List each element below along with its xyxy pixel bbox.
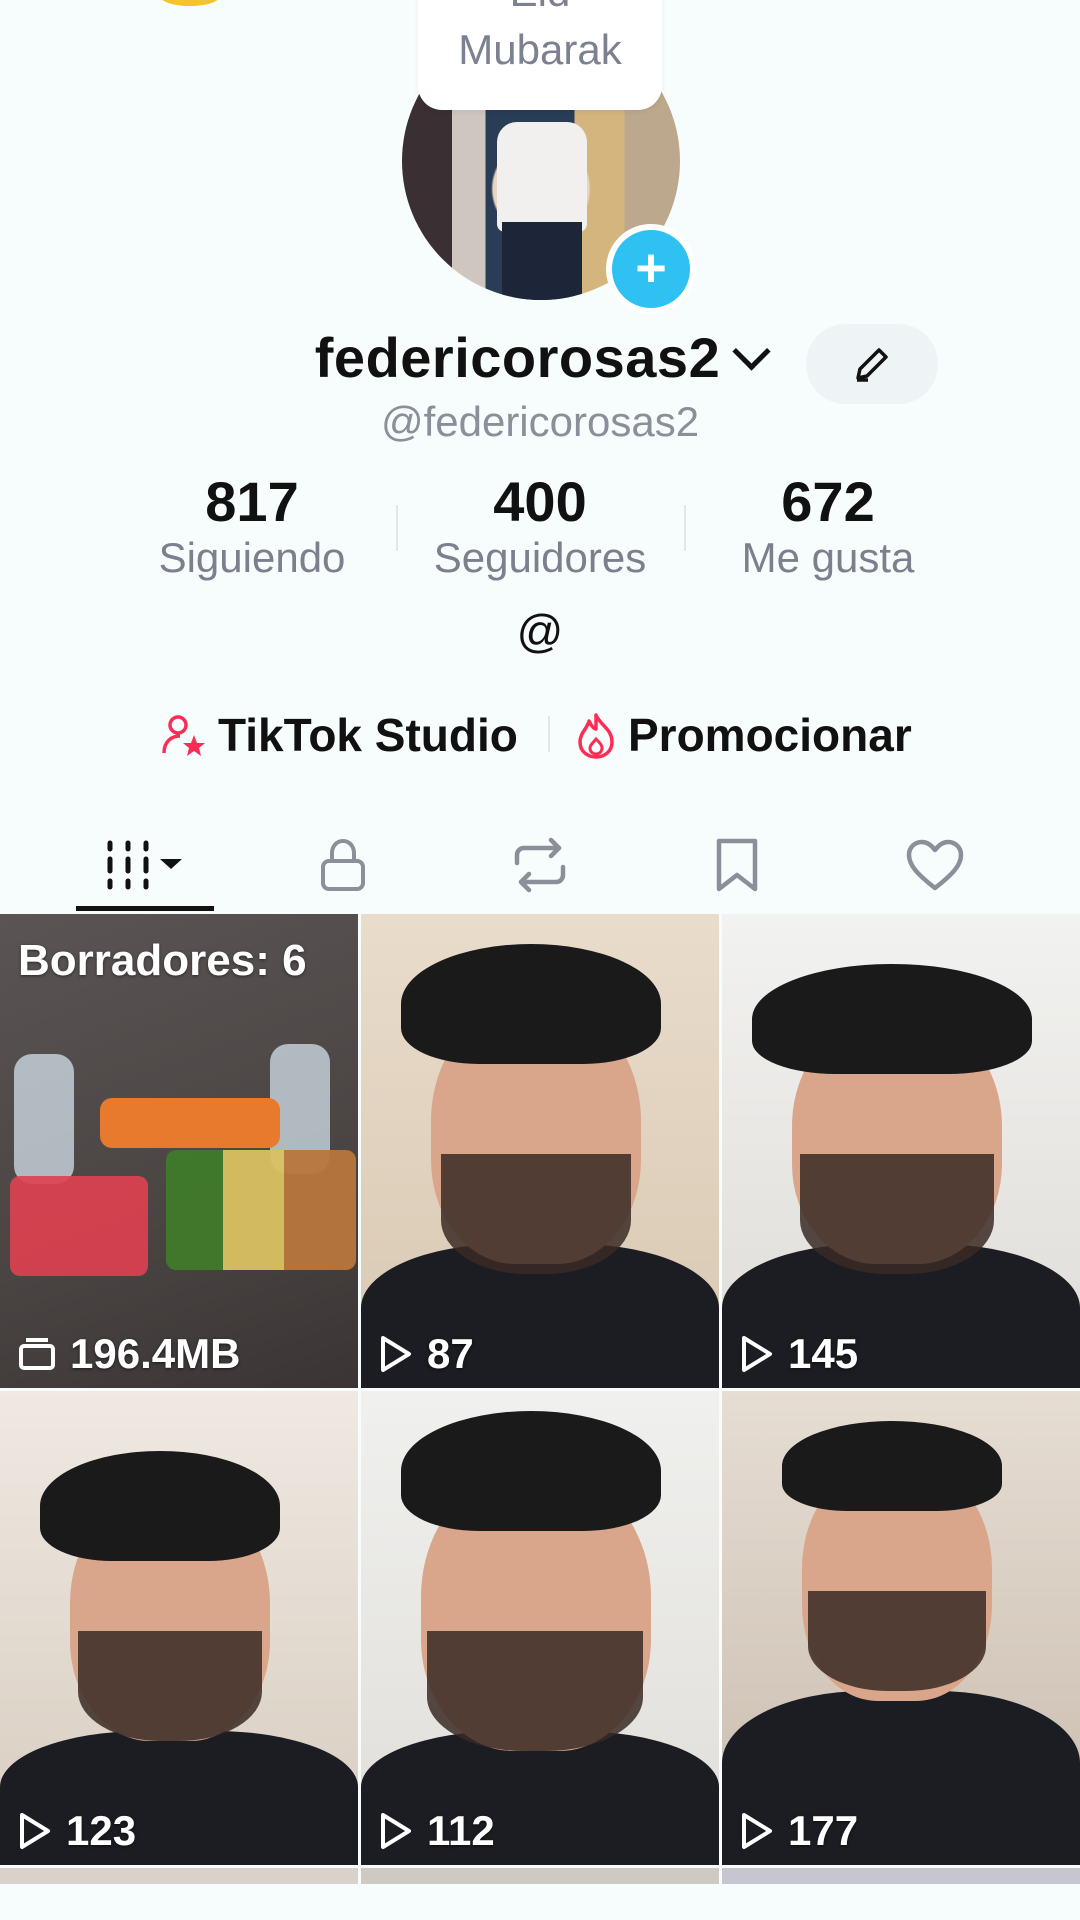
- tab-private[interactable]: [244, 820, 442, 910]
- profile-handle: @federicorosas2: [380, 398, 700, 445]
- profile-bio: @: [516, 605, 564, 657]
- tab-liked[interactable]: [836, 820, 1034, 910]
- followers-label: Seguidores: [433, 534, 647, 581]
- likes-count: 672: [781, 470, 875, 533]
- chevron-down-icon: [732, 332, 771, 371]
- views-label: 123: [66, 1807, 137, 1854]
- view-count: 177: [740, 1807, 858, 1855]
- following-count: 817: [205, 470, 299, 533]
- followers-count: 400: [493, 470, 587, 533]
- likes-label: Me gusta: [741, 534, 915, 581]
- folder-icon: [19, 1338, 55, 1370]
- views-label: 112: [427, 1807, 495, 1854]
- stat-divider: [684, 505, 686, 551]
- add-story-button[interactable]: +: [606, 224, 696, 314]
- views-label: 177: [788, 1807, 859, 1854]
- draft-size-label: 196.4MB: [70, 1330, 241, 1377]
- status-emoji: [160, 0, 220, 6]
- studio-label: TikTok Studio: [218, 708, 518, 761]
- view-count: 145: [740, 1330, 858, 1378]
- play-icon: [381, 1813, 411, 1849]
- play-icon: [20, 1813, 50, 1849]
- video-tile[interactable]: 87: [361, 914, 719, 1388]
- bottom-nav-bar: [0, 1884, 1080, 1920]
- views-label: 145: [788, 1330, 859, 1377]
- note-line-2: Mubarak: [458, 26, 622, 73]
- stat-divider: [396, 505, 398, 551]
- flame-icon: [578, 713, 614, 759]
- video-tile[interactable]: 123: [0, 1391, 358, 1865]
- pencil-icon: [856, 348, 888, 382]
- stat-followers[interactable]: 400 Seguidores: [410, 470, 670, 582]
- view-count: 112: [379, 1807, 495, 1855]
- heart-icon: [906, 839, 964, 891]
- stat-following[interactable]: 817 Siguiendo: [122, 470, 382, 582]
- tab-videos[interactable]: [46, 820, 244, 910]
- tiktok-studio-button[interactable]: TikTok Studio: [160, 704, 518, 764]
- following-label: Siguiendo: [158, 534, 346, 581]
- video-tile[interactable]: 112: [361, 1391, 719, 1865]
- play-icon: [742, 1336, 772, 1372]
- bookmark-icon: [716, 838, 758, 892]
- view-count: 123: [18, 1807, 136, 1855]
- video-tile[interactable]: 145: [722, 914, 1080, 1388]
- tab-reposts[interactable]: [441, 820, 639, 910]
- promote-button[interactable]: Promocionar: [574, 704, 912, 764]
- video-tile[interactable]: 177: [722, 1391, 1080, 1865]
- repost-icon: [514, 837, 566, 893]
- creator-studio-icon: [162, 715, 205, 756]
- play-icon: [381, 1336, 411, 1372]
- view-count: 87: [379, 1330, 474, 1378]
- drafts-label: Borradores: 6: [18, 936, 307, 985]
- profile-note-bubble[interactable]: Eid Mubarak: [418, 0, 662, 110]
- tab-favorites[interactable]: [638, 820, 836, 910]
- note-line-1: Eid: [418, 0, 662, 16]
- edit-profile-button[interactable]: [806, 324, 938, 404]
- videos-grid-icon: [107, 840, 182, 890]
- active-tab-indicator: [76, 906, 214, 911]
- promote-label: Promocionar: [628, 708, 912, 761]
- draft-tile[interactable]: Borradores: 6 196.4MB: [0, 914, 358, 1388]
- lock-icon: [321, 838, 365, 891]
- username-label: federicorosas2: [314, 326, 721, 389]
- views-label: 87: [427, 1330, 474, 1377]
- draft-size: 196.4MB: [18, 1330, 240, 1378]
- action-divider: [548, 716, 550, 752]
- play-icon: [742, 1813, 772, 1849]
- stat-likes[interactable]: 672 Me gusta: [698, 470, 958, 582]
